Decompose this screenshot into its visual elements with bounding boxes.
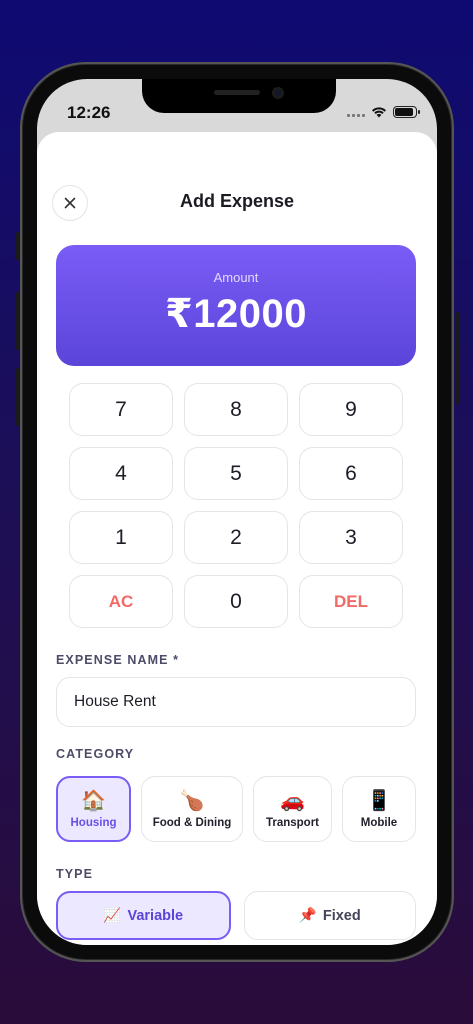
category-label-mobile: Mobile bbox=[360, 816, 398, 829]
power-button bbox=[455, 312, 459, 404]
drumstick-icon: 🍗 bbox=[179, 789, 205, 812]
key-2[interactable]: 2 bbox=[184, 511, 288, 564]
keypad: 7 8 9 4 5 6 1 2 3 AC 0 DEL bbox=[69, 383, 403, 628]
car-icon: 🚗 bbox=[280, 789, 305, 812]
key-0[interactable]: 0 bbox=[184, 575, 288, 628]
status-bar: 12:26 bbox=[37, 79, 437, 139]
phone-bezel: 12:26 Add Expense Amount ₹12000 7 8 9 4 … bbox=[23, 65, 451, 959]
key-9[interactable]: 9 bbox=[299, 383, 403, 436]
type-fixed-label: Fixed bbox=[322, 907, 361, 924]
category-food-dining[interactable]: 🍗 Food & Dining bbox=[141, 776, 243, 842]
status-icons bbox=[347, 106, 420, 118]
amount-label: Amount bbox=[213, 270, 259, 285]
wifi-icon bbox=[372, 107, 386, 118]
battery-icon bbox=[393, 106, 420, 118]
delete-button[interactable]: DEL bbox=[299, 575, 403, 628]
page-title: Add Expense bbox=[179, 191, 295, 211]
category-mobile[interactable]: 📱 Mobile bbox=[342, 776, 416, 842]
house-icon: 🏠 bbox=[81, 789, 106, 812]
volume-up-button bbox=[15, 292, 19, 350]
key-1[interactable]: 1 bbox=[69, 511, 173, 564]
mobile-phone-icon: 📱 bbox=[366, 789, 392, 812]
key-5[interactable]: 5 bbox=[184, 447, 288, 500]
category-label: CATEGORY bbox=[56, 747, 135, 761]
speaker bbox=[214, 90, 260, 95]
type-selector: 📈 Variable 📌 Fixed bbox=[56, 891, 416, 940]
category-housing[interactable]: 🏠 Housing bbox=[56, 776, 131, 842]
expense-name-field[interactable]: House Rent bbox=[56, 677, 416, 727]
type-fixed-button[interactable]: 📌 Fixed bbox=[243, 891, 416, 940]
category-transport[interactable]: 🚗 Transport bbox=[253, 776, 332, 842]
category-label-transport: Transport bbox=[265, 816, 320, 829]
chart-increasing-icon: 📈 bbox=[103, 908, 122, 924]
mute-switch bbox=[15, 232, 19, 260]
category-label-food-dining: Food & Dining bbox=[152, 816, 232, 829]
signal-icon bbox=[347, 107, 365, 117]
key-6[interactable]: 6 bbox=[299, 447, 403, 500]
amount-card: Amount ₹12000 bbox=[56, 245, 416, 366]
category-selector: 🏠 Housing 🍗 Food & Dining 🚗 Transport 📱 … bbox=[56, 776, 418, 842]
status-time: 12:26 bbox=[67, 103, 111, 122]
type-label: TYPE bbox=[56, 867, 94, 881]
expense-name-label: EXPENSE NAME * bbox=[56, 653, 180, 667]
phone-frame: 12:26 Add Expense Amount ₹12000 7 8 9 4 … bbox=[20, 62, 454, 962]
key-7[interactable]: 7 bbox=[69, 383, 173, 436]
amount-value: ₹12000 bbox=[164, 292, 308, 336]
add-expense-sheet: Add Expense Amount ₹12000 7 8 9 4 5 6 1 … bbox=[37, 132, 437, 945]
screen: 12:26 Add Expense Amount ₹12000 7 8 9 4 … bbox=[37, 79, 437, 945]
type-variable-label: Variable bbox=[127, 907, 184, 924]
notch bbox=[142, 79, 336, 113]
volume-down-button bbox=[15, 368, 19, 426]
key-4[interactable]: 4 bbox=[69, 447, 173, 500]
pushpin-icon: 📌 bbox=[298, 908, 317, 924]
key-3[interactable]: 3 bbox=[299, 511, 403, 564]
category-label-housing: Housing bbox=[70, 816, 117, 829]
key-8[interactable]: 8 bbox=[184, 383, 288, 436]
type-variable-button[interactable]: 📈 Variable bbox=[56, 891, 231, 940]
all-clear-button[interactable]: AC bbox=[69, 575, 173, 628]
camera bbox=[272, 87, 284, 99]
